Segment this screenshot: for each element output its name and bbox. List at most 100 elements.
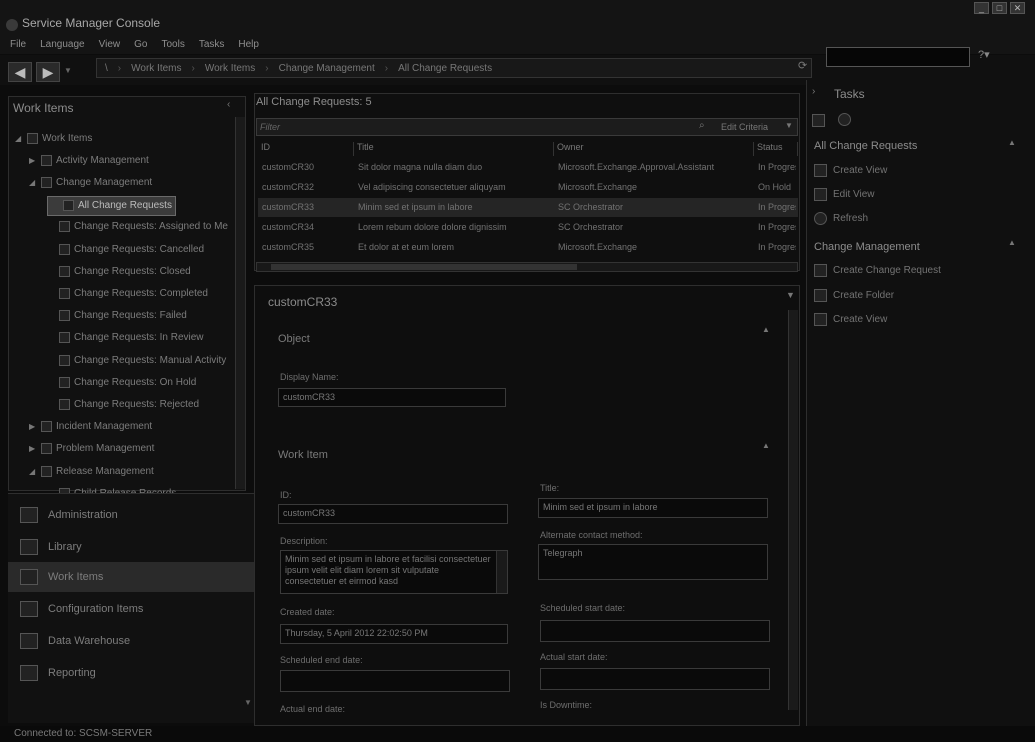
collapse-arrow-icon[interactable]: ◢ xyxy=(29,178,37,187)
column-header-id[interactable]: ID xyxy=(258,142,354,156)
table-row[interactable]: customCR35 Et dolor at et eum lorem Micros… xyxy=(258,238,798,257)
tree-item[interactable]: Change Requests: Failed xyxy=(47,307,187,325)
menu-help[interactable]: Help xyxy=(238,39,259,50)
work-items-panel: Work Items ‹ ◢ Work Items ▶ Activity Manage… xyxy=(8,96,246,499)
list-horizontal-scrollbar[interactable] xyxy=(256,262,798,272)
tree-item-label: Change Requests: Rejected xyxy=(74,398,200,410)
column-header-status[interactable]: Status xyxy=(754,142,798,156)
minimize-button[interactable]: _ xyxy=(974,2,989,14)
folder-icon xyxy=(59,310,70,322)
breadcrumb-all-change-requests[interactable]: All Change Requests xyxy=(398,63,492,74)
refresh-icon[interactable]: ⟳ xyxy=(798,59,807,72)
search-input[interactable] xyxy=(826,47,970,67)
tree-item[interactable]: Change Requests: On Hold xyxy=(47,373,196,391)
expand-arrow-icon[interactable]: ▶ xyxy=(29,422,37,431)
nav-data-warehouse[interactable]: Data Warehouse xyxy=(8,626,256,656)
menu-view[interactable]: View xyxy=(99,39,121,50)
menu-tools[interactable]: Tools xyxy=(161,39,184,50)
tree-item[interactable]: ▶ Problem Management xyxy=(29,440,154,458)
tree-item[interactable]: ◢ Work Items xyxy=(15,129,92,147)
tasks-expand-icon[interactable]: › xyxy=(812,86,815,97)
work-item-section-collapse-icon[interactable]: ▲ xyxy=(762,441,770,450)
scheduled-start-field[interactable] xyxy=(540,620,770,642)
help-icon[interactable]: ?▾ xyxy=(978,48,990,61)
task-create-view[interactable]: Create View xyxy=(814,164,887,177)
help-tab-icon[interactable] xyxy=(838,113,851,126)
tree-item[interactable]: ◢ Release Management xyxy=(29,462,154,480)
tree-item-label: Change Requests: Failed xyxy=(74,310,187,322)
expand-arrow-icon[interactable]: ▶ xyxy=(29,444,37,453)
tasks-group2-collapse-icon[interactable]: ▲ xyxy=(1008,238,1016,247)
collapse-panel-icon[interactable]: ‹ xyxy=(227,99,230,110)
nav-work-items[interactable]: Work Items xyxy=(8,562,256,592)
search-icon[interactable]: ⌕ xyxy=(699,120,705,131)
menu-file[interactable]: File xyxy=(10,39,26,50)
back-arrow-icon[interactable]: ◀ xyxy=(8,62,32,82)
collapse-arrow-icon[interactable]: ◢ xyxy=(29,467,37,476)
nav-configuration-items[interactable]: Configuration Items xyxy=(8,594,256,624)
description-field[interactable]: Minim sed et ipsum in labore et facilisi… xyxy=(280,550,508,594)
actual-start-field[interactable] xyxy=(540,668,770,690)
nav-options-icon[interactable]: ▼ xyxy=(244,698,252,707)
table-row[interactable]: customCR34 Lorem rebum dolore dolore dign… xyxy=(258,218,798,237)
details-scrollbar[interactable] xyxy=(788,310,798,710)
id-field[interactable]: customCR33 xyxy=(278,504,508,524)
chevron-down-icon[interactable]: ▼ xyxy=(785,121,793,130)
column-header-owner[interactable]: Owner xyxy=(554,142,754,156)
tree-item[interactable]: ▶ Incident Management xyxy=(29,418,152,436)
created-date-field[interactable]: Thursday, 5 April 2012 22:02:50 PM xyxy=(280,624,508,644)
breadcrumb-work-items[interactable]: Work Items xyxy=(131,63,181,74)
task-create-change-request[interactable]: Create Change Request xyxy=(814,264,941,277)
maximize-button[interactable]: □ xyxy=(992,2,1007,14)
filter-input[interactable]: Filter xyxy=(260,122,280,132)
task-edit-view[interactable]: Edit View xyxy=(814,188,875,201)
tree-item[interactable]: Change Requests: Assigned to Me xyxy=(47,218,228,236)
task-create-folder[interactable]: Create Folder xyxy=(814,289,894,302)
expand-arrow-icon[interactable]: ▶ xyxy=(29,156,37,165)
task-create-view-2[interactable]: Create View xyxy=(814,313,887,326)
close-button[interactable]: ✕ xyxy=(1010,2,1025,14)
folder-icon xyxy=(63,200,74,212)
menu-language[interactable]: Language xyxy=(40,39,85,50)
object-section-collapse-icon[interactable]: ▲ xyxy=(762,325,770,334)
tree-item[interactable]: Change Requests: Rejected xyxy=(47,395,199,413)
title-field[interactable]: Minim sed et ipsum in labore xyxy=(538,498,768,518)
scrollbar-thumb[interactable] xyxy=(271,264,577,270)
description-scrollbar[interactable] xyxy=(496,551,507,593)
tree-item[interactable]: ◢ Change Management xyxy=(29,173,152,191)
nav-administration[interactable]: Administration xyxy=(8,500,256,530)
tree-item[interactable]: ▶ Activity Management xyxy=(29,151,149,169)
history-dropdown-icon[interactable]: ▼ xyxy=(64,66,72,75)
tasks-tab-icon[interactable] xyxy=(812,114,825,127)
tree-item[interactable]: Change Requests: In Review xyxy=(47,329,204,347)
tasks-group1-collapse-icon[interactable]: ▲ xyxy=(1008,138,1016,147)
column-header-title[interactable]: Title xyxy=(354,142,554,156)
tree-scrollbar[interactable] xyxy=(235,117,245,489)
alternate-contact-field[interactable]: Telegraph xyxy=(538,544,768,580)
collapse-arrow-icon[interactable]: ◢ xyxy=(15,134,23,143)
cell-id: customCR30 xyxy=(262,162,315,172)
menu-tasks[interactable]: Tasks xyxy=(199,39,225,50)
task-refresh[interactable]: Refresh xyxy=(814,212,868,225)
tree-item[interactable]: Change Requests: Closed xyxy=(47,262,191,280)
nav-reporting[interactable]: Reporting xyxy=(8,658,256,688)
edit-criteria-button[interactable]: Edit Criteria xyxy=(721,122,768,132)
display-name-field[interactable]: customCR33 xyxy=(278,388,506,407)
breadcrumb-root[interactable]: \ xyxy=(105,63,108,74)
forward-arrow-icon[interactable]: ▶ xyxy=(36,62,60,82)
details-collapse-icon[interactable]: ▼ xyxy=(786,290,795,300)
work-item-section-header[interactable]: Work Item xyxy=(278,449,328,461)
table-row[interactable]: customCR32 Vel adipiscing consectetuer al… xyxy=(258,178,798,197)
tree-item[interactable]: Change Requests: Completed xyxy=(47,284,208,302)
breadcrumb-change-management[interactable]: Change Management xyxy=(279,63,375,74)
tree-item[interactable]: Change Requests: Cancelled xyxy=(47,240,204,258)
table-row[interactable]: customCR30 Sit dolor magna nulla diam duo… xyxy=(258,158,798,177)
breadcrumb-work-items-2[interactable]: Work Items xyxy=(205,63,255,74)
tree-item[interactable]: All Change Requests xyxy=(47,195,176,216)
menu-go[interactable]: Go xyxy=(134,39,147,50)
tree-item[interactable]: Change Requests: Manual Activity xyxy=(47,351,226,369)
nav-library[interactable]: Library xyxy=(8,532,256,562)
table-row[interactable]: customCR33 Minim sed et ipsum in labore SC… xyxy=(258,198,798,217)
scheduled-end-field[interactable] xyxy=(280,670,510,692)
object-section-header[interactable]: Object xyxy=(278,333,310,345)
